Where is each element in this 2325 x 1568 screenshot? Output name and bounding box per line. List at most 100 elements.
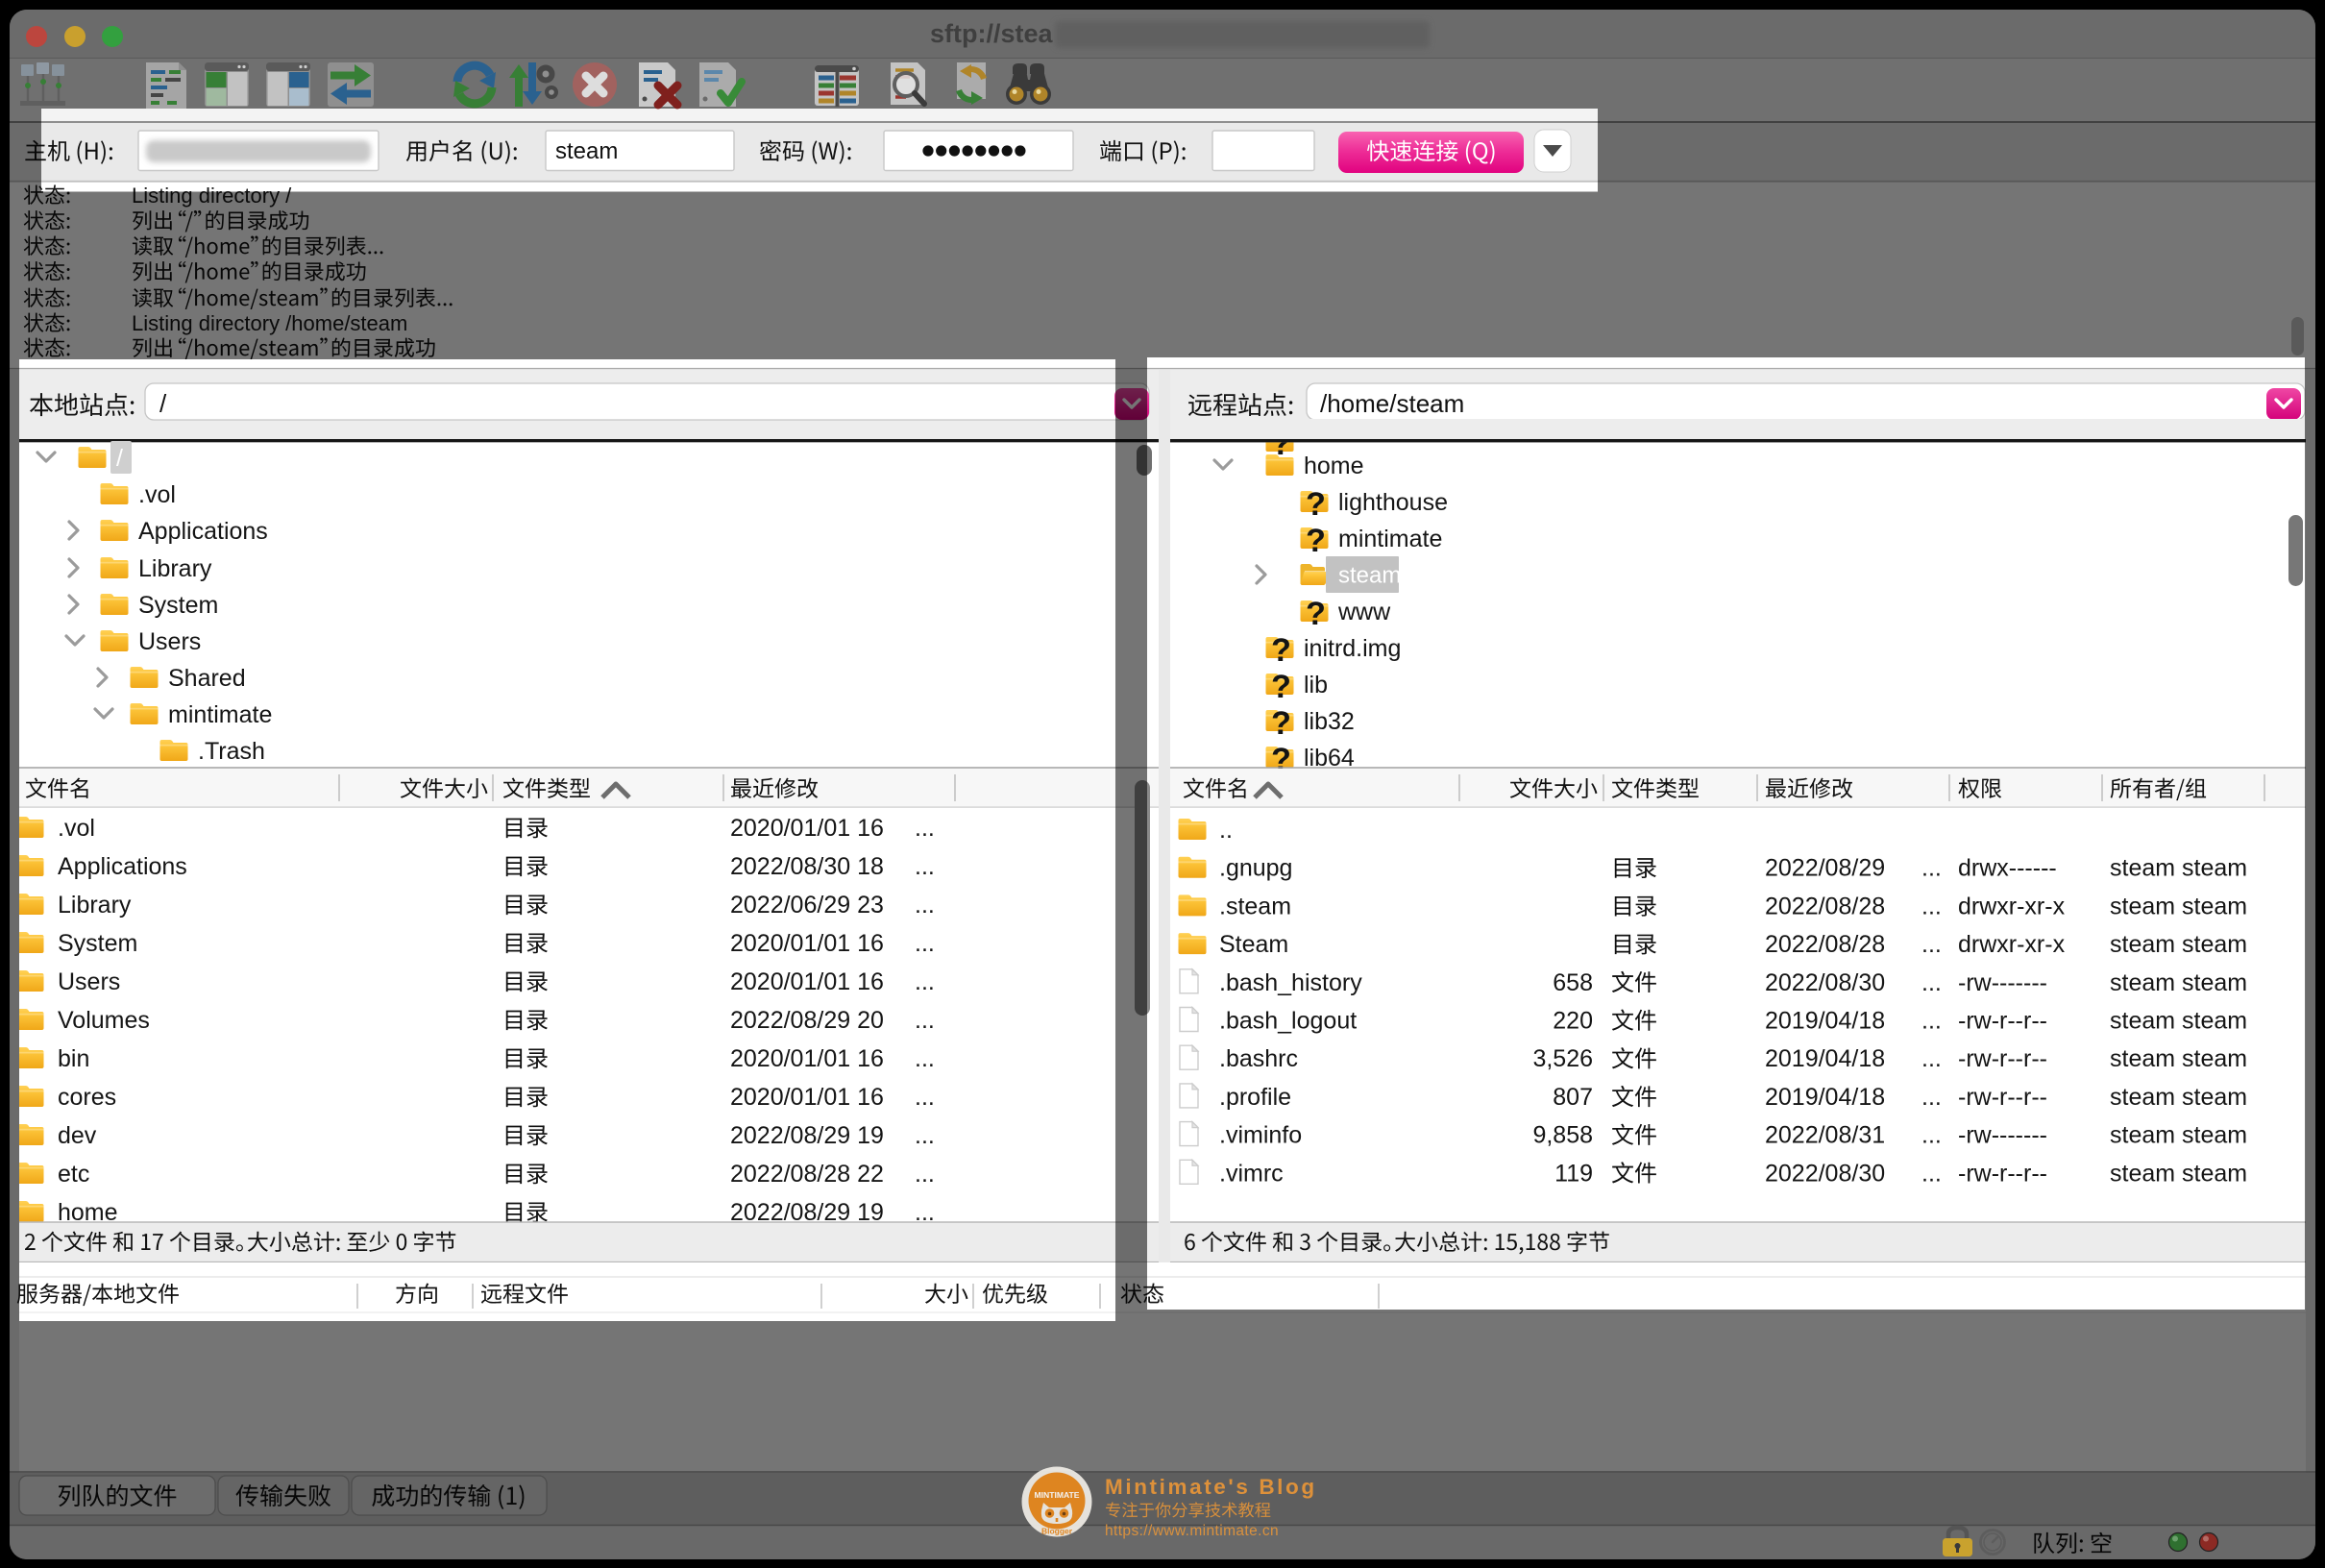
svg-text:MINTIMATE: MINTIMATE <box>1034 1490 1079 1500</box>
svg-text:Users: Users <box>138 628 201 655</box>
svg-text:cores: cores <box>58 1084 116 1111</box>
svg-text:2019/04/18: 2019/04/18 <box>1765 1008 1885 1035</box>
svg-text:2022/06/29 23: 2022/06/29 23 <box>730 892 884 919</box>
svg-text:System: System <box>58 930 137 957</box>
svg-text:...: ... <box>1921 1160 1942 1187</box>
svg-text:steam steam: steam steam <box>2110 1160 2247 1187</box>
svg-text:807: 807 <box>1553 1084 1593 1111</box>
svg-text:2022/08/29: 2022/08/29 <box>1765 855 1885 882</box>
svg-text:lib: lib <box>1304 672 1328 698</box>
svg-text:lib32: lib32 <box>1304 708 1355 735</box>
svg-text:Steam: Steam <box>1219 931 1288 958</box>
svg-text:...: ... <box>1921 931 1942 958</box>
svg-text:.Trash: .Trash <box>198 738 265 765</box>
svg-text:Applications: Applications <box>58 853 187 880</box>
svg-text:...: ... <box>1921 855 1942 882</box>
svg-text:.vol: .vol <box>58 815 95 842</box>
svg-text:Applications: Applications <box>138 518 268 545</box>
svg-text:-rw-r--r--: -rw-r--r-- <box>1958 1045 2047 1072</box>
svg-text:9,858: 9,858 <box>1532 1122 1593 1149</box>
svg-text:...: ... <box>915 1084 935 1111</box>
svg-text:658: 658 <box>1553 969 1593 996</box>
svg-text:2020/01/01 16: 2020/01/01 16 <box>730 1045 884 1072</box>
svg-text:...: ... <box>915 1045 935 1072</box>
svg-text:.viminfo: .viminfo <box>1219 1122 1302 1149</box>
svg-text:...: ... <box>1921 893 1942 919</box>
svg-text:3,526: 3,526 <box>1532 1045 1593 1072</box>
svg-text:Mintimate's Blog: Mintimate's Blog <box>1105 1475 1317 1499</box>
svg-text:-rw-r--r--: -rw-r--r-- <box>1958 1008 2047 1035</box>
svg-text:drwxr-xr-x: drwxr-xr-x <box>1958 893 2066 919</box>
svg-text:steam steam: steam steam <box>2110 931 2247 958</box>
svg-text:...: ... <box>915 853 935 880</box>
svg-text:Users: Users <box>58 968 120 995</box>
svg-text:/: / <box>116 445 123 472</box>
svg-text:steam steam: steam steam <box>2110 1122 2247 1149</box>
svg-text:...: ... <box>915 815 935 842</box>
svg-text:...: ... <box>1921 969 1942 996</box>
svg-text:System: System <box>138 592 218 619</box>
svg-text:2022/08/30: 2022/08/30 <box>1765 1160 1885 1187</box>
svg-text:...: ... <box>1921 1084 1942 1111</box>
svg-text:2022/08/28 22: 2022/08/28 22 <box>730 1161 884 1188</box>
svg-text:https://www.mintimate.cn: https://www.mintimate.cn <box>1105 1523 1279 1539</box>
svg-text:bin: bin <box>58 1045 89 1072</box>
svg-text:etc: etc <box>58 1161 89 1188</box>
svg-text:lighthouse: lighthouse <box>1338 489 1448 516</box>
svg-text:steam steam: steam steam <box>2110 893 2247 919</box>
svg-text:Blogger: Blogger <box>1041 1527 1073 1536</box>
svg-text:2020/01/01 16: 2020/01/01 16 <box>730 815 884 842</box>
svg-text:/: / <box>159 389 167 418</box>
svg-text:steam: steam <box>1338 563 1401 589</box>
svg-text:Shared: Shared <box>168 665 246 692</box>
svg-text:steam steam: steam steam <box>2110 1084 2247 1111</box>
svg-text:Volumes: Volumes <box>58 1007 150 1034</box>
svg-text:.profile: .profile <box>1219 1084 1291 1111</box>
svg-text:...: ... <box>915 930 935 957</box>
svg-text:dev: dev <box>58 1122 97 1149</box>
svg-text:steam steam: steam steam <box>2110 1045 2247 1072</box>
svg-text:2020/01/01 16: 2020/01/01 16 <box>730 968 884 995</box>
svg-text:drwx------: drwx------ <box>1958 855 2057 882</box>
svg-text:...: ... <box>1921 1008 1942 1035</box>
svg-text:2022/08/31: 2022/08/31 <box>1765 1122 1885 1149</box>
svg-text:2022/08/30 18: 2022/08/30 18 <box>730 853 884 880</box>
svg-text:...: ... <box>915 1007 935 1034</box>
svg-text:mintimate: mintimate <box>168 701 272 728</box>
svg-text:2022/08/28: 2022/08/28 <box>1765 893 1885 919</box>
svg-text:2020/01/01 16: 2020/01/01 16 <box>730 1084 884 1111</box>
svg-text:2020/01/01 16: 2020/01/01 16 <box>730 930 884 957</box>
svg-text:steam steam: steam steam <box>2110 1008 2247 1035</box>
svg-text:.bashrc: .bashrc <box>1219 1045 1298 1072</box>
svg-text:220: 220 <box>1553 1008 1593 1035</box>
svg-text:drwxr-xr-x: drwxr-xr-x <box>1958 931 2066 958</box>
svg-text:2019/04/18: 2019/04/18 <box>1765 1084 1885 1111</box>
svg-text:...: ... <box>915 1161 935 1188</box>
svg-text:www: www <box>1337 599 1391 625</box>
svg-text:-rw-------: -rw------- <box>1958 969 2047 996</box>
svg-text:.steam: .steam <box>1219 893 1291 919</box>
svg-text:.vimrc: .vimrc <box>1219 1160 1284 1187</box>
svg-text:sftp://stea: sftp://stea <box>930 19 1054 48</box>
svg-text:Library: Library <box>58 892 132 919</box>
svg-text:119: 119 <box>1554 1160 1593 1187</box>
svg-text:.gnupg: .gnupg <box>1219 855 1292 882</box>
svg-text:...: ... <box>915 1122 935 1149</box>
svg-text:-rw-r--r--: -rw-r--r-- <box>1958 1084 2047 1111</box>
svg-text:...: ... <box>915 892 935 919</box>
svg-text:2022/08/30: 2022/08/30 <box>1765 969 1885 996</box>
svg-text:steam steam: steam steam <box>2110 855 2247 882</box>
svg-text:.vol: .vol <box>138 481 176 508</box>
svg-text:...: ... <box>1921 1045 1942 1072</box>
svg-text:steam steam: steam steam <box>2110 969 2247 996</box>
svg-text:home: home <box>1304 453 1364 479</box>
svg-text:Library: Library <box>138 555 212 582</box>
svg-text:2022/08/28: 2022/08/28 <box>1765 931 1885 958</box>
svg-text:2022/08/29 20: 2022/08/29 20 <box>730 1007 884 1034</box>
svg-text:..: .. <box>1219 817 1233 844</box>
svg-text:mintimate: mintimate <box>1338 526 1442 552</box>
svg-text:.bash_logout: .bash_logout <box>1219 1008 1357 1035</box>
svg-text:/home/steam: /home/steam <box>1320 389 1464 418</box>
svg-text:2019/04/18: 2019/04/18 <box>1765 1045 1885 1072</box>
svg-text:.bash_history: .bash_history <box>1219 969 1362 996</box>
